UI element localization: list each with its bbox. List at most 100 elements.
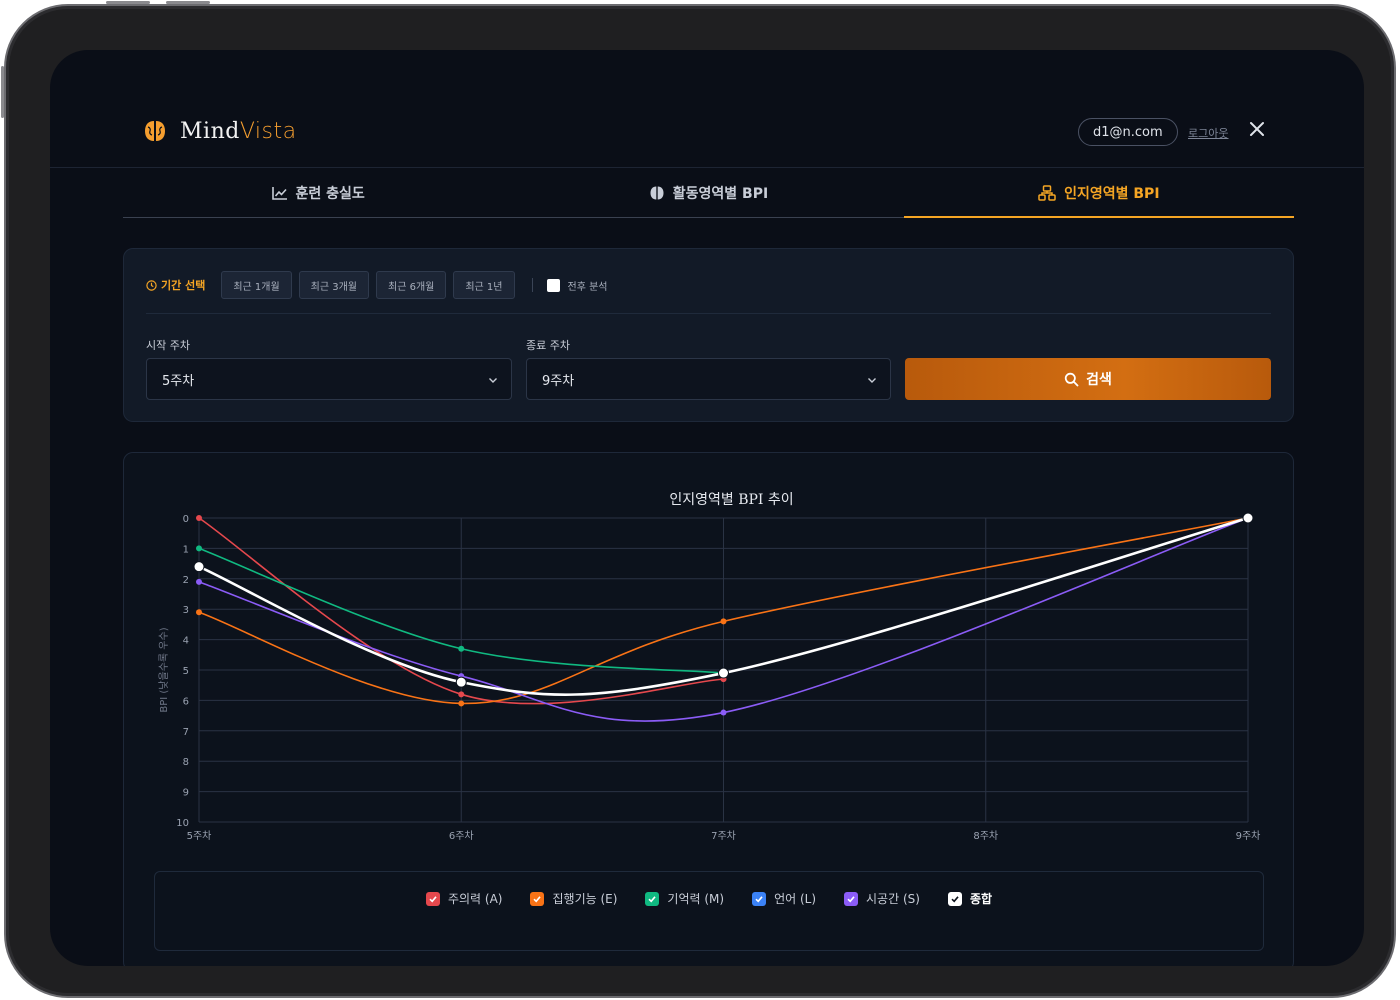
check-icon <box>951 895 959 902</box>
app-header: MindVista d1@n.com 로그아웃 <box>50 50 1364 168</box>
check-icon <box>648 895 657 902</box>
legend-checkbox[interactable] <box>947 891 962 906</box>
legend-label: 시공간 (S) <box>866 892 920 906</box>
tab-label: 훈련 충실도 <box>295 185 365 202</box>
legend-item[interactable]: 시공간 (S) <box>844 890 920 907</box>
y-tick-label: 5 <box>183 666 189 677</box>
tab-label: 인지영역별 BPI <box>1064 185 1160 202</box>
chart-panel: 인지영역별 BPI 추이 0 1 2 3 4 5 6 7 8 9 10 5주차 6주차 7주차 8주차 9주차 B… <box>123 452 1294 966</box>
side-button <box>1 66 4 118</box>
data-point <box>458 691 465 698</box>
data-point <box>193 561 205 573</box>
brain-icon <box>650 186 664 199</box>
x-tick-label: 5주차 <box>187 830 212 842</box>
y-tick-label: 9 <box>183 788 189 799</box>
end-week-value: 9주차 <box>542 373 575 389</box>
legend-label: 종합 <box>969 892 993 906</box>
search-button[interactable]: 검색 <box>905 358 1271 400</box>
period-1y-button[interactable]: 최근 1년 <box>453 271 515 299</box>
line-chart-icon <box>271 186 287 200</box>
period-label: 기간 선택 <box>146 277 205 293</box>
legend-item[interactable]: 기억력 (M) <box>645 890 724 907</box>
data-point <box>196 545 202 552</box>
brain-logo-icon <box>145 121 165 141</box>
compare-checkbox[interactable] <box>546 278 560 292</box>
legend-checkbox[interactable] <box>425 891 440 906</box>
legend-item[interactable]: 종합 <box>947 890 993 907</box>
legend-item[interactable]: 집행기능 (E) <box>530 890 617 907</box>
data-point <box>720 618 727 625</box>
volume-button <box>106 1 150 4</box>
chevron-down-icon <box>868 378 876 383</box>
legend-label: 기억력 (M) <box>667 892 725 906</box>
x-tick-label: 8주차 <box>973 830 998 842</box>
brand-main: Mind <box>180 118 240 144</box>
legend-checkbox[interactable] <box>844 891 859 906</box>
check-icon <box>755 895 763 902</box>
tab-activity-bpi[interactable]: 활동영역별 BPI <box>513 168 903 217</box>
start-week-label: 시작 주차 <box>146 339 190 352</box>
check-icon <box>429 895 437 902</box>
legend-item[interactable]: 주의력 (A) <box>425 890 503 907</box>
check-icon <box>533 895 542 902</box>
y-tick-label: 7 <box>183 727 189 738</box>
legend-label: 주의력 (A) <box>447 892 503 906</box>
y-tick-label: 6 <box>183 696 189 707</box>
legend-checkbox[interactable] <box>645 891 660 906</box>
chart-legend: 주의력 (A) 집행기능 (E) 기억력 (M) 언어 (L) 시공간 (S) 종합 <box>155 890 1263 907</box>
y-tick-label: 4 <box>183 636 189 647</box>
tab-bar: 훈련 충실도 활동영역별 BPI 인지영역별 BPI <box>123 168 1295 218</box>
period-3m-button[interactable]: 최근 3개월 <box>298 271 369 299</box>
x-tick-label: 6주차 <box>449 830 474 842</box>
data-point <box>718 667 729 679</box>
x-tick-label: 7주차 <box>711 830 736 842</box>
tablet-frame: MindVista d1@n.com 로그아웃 훈련 충실도 활동영역별 BPI… <box>1 1 1396 998</box>
start-week-value: 5주차 <box>162 373 195 389</box>
legend-checkbox[interactable] <box>752 891 767 906</box>
divider <box>146 313 1271 314</box>
x-tick-label: 9주차 <box>1236 830 1261 842</box>
end-week-select[interactable]: 9주차 <box>526 358 891 400</box>
power-button <box>166 1 210 4</box>
y-tick-label: 2 <box>183 575 189 586</box>
compare-label: 전후 분석 <box>567 281 608 293</box>
period-row: 기간 선택 최근 1개월 최근 3개월 최근 6개월 최근 1년 전후 분석 <box>146 271 607 299</box>
period-label-text: 기간 선택 <box>161 279 206 292</box>
hierarchy-icon <box>1038 184 1056 201</box>
period-1m-button[interactable]: 최근 1개월 <box>221 271 292 299</box>
check-icon <box>847 895 855 902</box>
period-6m-button[interactable]: 최근 6개월 <box>376 271 447 299</box>
start-week-select[interactable]: 5주차 <box>146 358 512 400</box>
tab-label: 활동영역별 BPI <box>672 185 769 202</box>
data-point <box>720 709 727 716</box>
legend-checkbox[interactable] <box>530 891 545 906</box>
y-axis-label: BPI (낮을수록 우수) <box>158 627 170 712</box>
y-tick-label: 3 <box>183 605 189 616</box>
tab-training-fidelity[interactable]: 훈련 충실도 <box>123 168 513 217</box>
data-point <box>1242 512 1254 524</box>
y-tick-label: 10 <box>176 818 189 829</box>
app-screen: MindVista d1@n.com 로그아웃 훈련 충실도 활동영역별 BPI… <box>50 50 1364 966</box>
data-point <box>196 609 202 616</box>
logout-link[interactable]: 로그아웃 <box>1188 125 1228 141</box>
legend-box: 주의력 (A) 집행기능 (E) 기억력 (M) 언어 (L) 시공간 (S) 종합 <box>154 871 1264 951</box>
data-point <box>196 515 202 521</box>
data-point <box>196 578 202 585</box>
user-email-badge[interactable]: d1@n.com <box>1078 118 1178 146</box>
data-point <box>455 676 467 688</box>
clock-icon <box>146 279 157 291</box>
legend-label: 언어 (L) <box>774 892 817 906</box>
search-icon <box>1064 372 1079 386</box>
search-button-label: 검색 <box>1086 372 1112 388</box>
data-point <box>458 700 465 707</box>
chevron-down-icon <box>489 378 497 383</box>
tab-cognitive-bpi[interactable]: 인지영역별 BPI <box>903 168 1295 218</box>
close-icon[interactable] <box>1248 120 1266 138</box>
data-point <box>458 645 465 652</box>
brand-logo[interactable]: MindVista <box>142 118 297 144</box>
legend-item[interactable]: 언어 (L) <box>752 890 816 907</box>
end-week-label: 종료 주차 <box>526 339 570 352</box>
chart-title: 인지영역별 BPI 추이 <box>669 492 793 508</box>
divider <box>531 278 533 292</box>
y-tick-label: 8 <box>183 757 189 768</box>
